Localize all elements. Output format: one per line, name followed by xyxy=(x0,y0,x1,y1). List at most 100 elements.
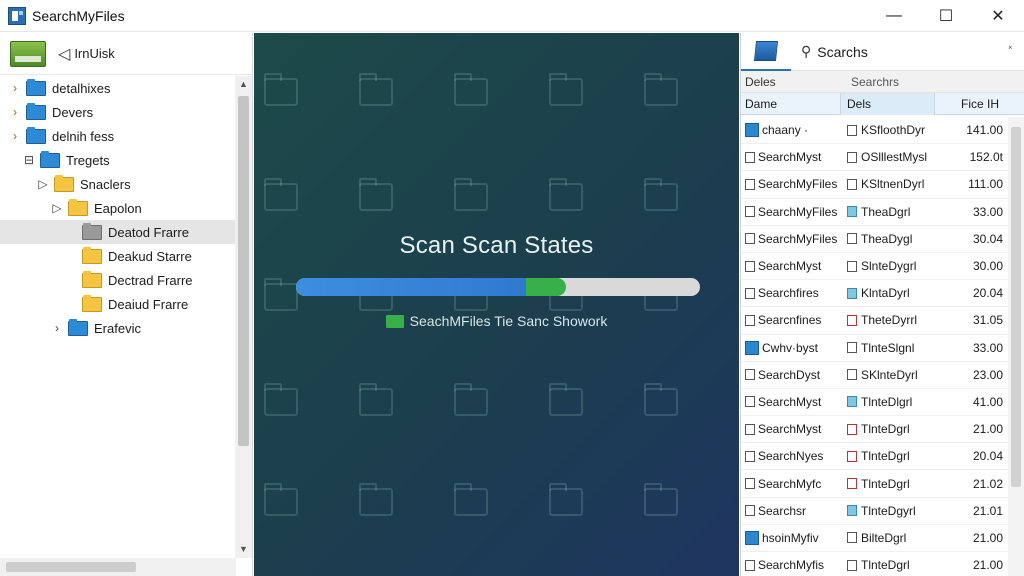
table-row[interactable]: SearchMyfc TlnteDgrl 21.02 xyxy=(741,470,1009,498)
column-dels[interactable]: Dels xyxy=(841,92,935,115)
table-row[interactable]: hsoinMyfiv BilteDgrl 21.00 xyxy=(741,525,1009,552)
results-scroll-thumb[interactable] xyxy=(1011,127,1021,487)
background-folder-icon xyxy=(359,73,393,106)
expand-chevron-icon[interactable]: ▷ xyxy=(36,177,50,191)
background-folder-icon xyxy=(549,483,583,516)
tab-searches[interactable]: ⚲ Scarchs xyxy=(801,43,868,60)
drive-header[interactable]: ◁ IrnUisk xyxy=(0,33,252,75)
maximize-button[interactable]: ☐ xyxy=(920,0,972,32)
expand-chevron-icon[interactable]: ⊟ xyxy=(22,153,36,167)
cell-name: SearchMyFiles xyxy=(741,205,841,219)
tree-item[interactable]: › detalhixes xyxy=(0,76,236,100)
table-row[interactable]: SearchMyFiles TheaDygl 30.04 xyxy=(741,226,1009,253)
expand-chevron-icon[interactable]: ▷ xyxy=(50,201,64,215)
tree-item-label: Tregets xyxy=(66,152,110,168)
tree-item[interactable]: Deaiud Frarre xyxy=(0,292,236,316)
table-row[interactable]: SearchDyst SKlnteDyrl 23.00 xyxy=(741,362,1009,389)
tab-view[interactable] xyxy=(741,33,791,71)
tree-item[interactable]: ▷ Snaclers xyxy=(0,172,236,196)
tree-item[interactable]: Dectrad Frarre xyxy=(0,268,236,292)
cell-dels: SlnteDygrl xyxy=(841,259,939,273)
document-icon xyxy=(847,342,857,354)
tree-item[interactable]: Deakud Starre xyxy=(0,244,236,268)
expand-chevron-icon[interactable]: › xyxy=(50,321,64,335)
close-button[interactable]: ✕ xyxy=(972,0,1024,32)
cell-size: 23.00 xyxy=(972,367,1003,382)
table-row[interactable]: chaany · KSfloothDyr 141.00 xyxy=(741,117,1009,145)
file-icon xyxy=(745,369,755,381)
tree-item-label: delnih fess xyxy=(52,128,115,144)
table-row[interactable]: SearchMyst OSlllestMysl 152.0t xyxy=(741,144,1009,172)
background-folder-icon xyxy=(264,73,298,106)
file-name: Searchfires xyxy=(758,286,819,301)
file-detail: TlnteSlgnl xyxy=(861,340,915,355)
cell-dels: SKlnteDyrl xyxy=(841,368,939,382)
file-icon xyxy=(745,423,755,435)
tree-item[interactable]: › Devers xyxy=(0,100,236,124)
cell-size: 33.00 xyxy=(972,340,1003,355)
tree-item[interactable]: Deatod Frarre xyxy=(0,220,236,244)
tree-item[interactable]: ⊟ Tregets xyxy=(0,148,236,172)
expand-chevron-icon[interactable]: › xyxy=(8,129,22,143)
column-size[interactable]: Fice IH xyxy=(935,93,1003,115)
tree-item[interactable]: ▷ Eapolon xyxy=(0,196,236,220)
file-icon xyxy=(745,530,759,545)
tree-item-label: detalhixes xyxy=(52,80,111,96)
cell-dels: TlnteDgrl xyxy=(841,477,939,491)
background-folder-icon xyxy=(264,178,298,211)
cell-dels: TlnteDlgrl xyxy=(841,395,939,409)
file-detail: SlnteDygrl xyxy=(861,259,917,274)
table-row[interactable]: SearchNyes TlnteDgrl 20.04 xyxy=(741,443,1009,471)
table-row[interactable]: Searchfires KlntaDyrl 20.04 xyxy=(741,280,1009,308)
folder-icon xyxy=(54,174,74,192)
cell-size: 33.00 xyxy=(972,204,1003,219)
results-scrollbar[interactable] xyxy=(1008,117,1024,576)
tree-item-label: Deaiud Frarre xyxy=(108,296,189,312)
table-row[interactable]: SearchMyFiles KSltnenDyrl 111.00 xyxy=(741,171,1009,199)
cell-size: 20.04 xyxy=(972,449,1003,464)
folder-icon xyxy=(82,222,102,240)
file-detail: KSltnenDyrl xyxy=(861,177,925,192)
table-row[interactable]: SearchMyst SlnteDygrl 30.00 xyxy=(741,253,1009,281)
document-icon xyxy=(847,423,857,435)
table-row[interactable]: SearchMyFiles TheaDgrl 33.00 xyxy=(741,199,1009,226)
file-detail: SKlnteDyrl xyxy=(861,367,918,382)
file-icon xyxy=(745,505,755,517)
table-row[interactable]: SearchMyst TlnteDgrl 21.00 xyxy=(741,416,1009,444)
file-name: SearchMyst xyxy=(758,259,822,274)
drive-icon xyxy=(10,40,46,67)
scroll-thumb[interactable] xyxy=(238,96,249,446)
back-arrow-icon[interactable]: ◁ xyxy=(58,44,70,64)
minimize-button[interactable]: — xyxy=(868,0,920,32)
table-row[interactable]: Cwhv·byst TlnteSlgnl 33.00 xyxy=(741,335,1009,362)
cell-dels: TlnteDgrl xyxy=(841,558,939,572)
expand-chevron-icon[interactable]: › xyxy=(8,81,22,95)
background-folder-icon xyxy=(264,483,298,516)
cell-size: 21.00 xyxy=(972,422,1003,437)
scroll-down-icon[interactable]: ▼ xyxy=(235,541,252,558)
hscroll-thumb[interactable] xyxy=(6,562,136,572)
table-row[interactable]: Searcnfines TheteDyrrl 31.05 xyxy=(741,307,1009,335)
file-name: hsoinMyfiv xyxy=(762,530,819,545)
background-folder-icon xyxy=(644,178,678,211)
tree-item-label: Dectrad Frarre xyxy=(108,272,193,288)
cell-name: hsoinMyfiv xyxy=(741,530,841,545)
tree-horizontal-scrollbar[interactable] xyxy=(0,558,236,576)
tab-close-icon[interactable]: ˟ xyxy=(1009,45,1012,56)
table-row[interactable]: SearchMyfis TlnteDgrl 21.00 xyxy=(741,552,1009,576)
tree-vertical-scrollbar[interactable]: ▲ ▼ xyxy=(235,76,252,558)
tree-item[interactable]: › Erafevic xyxy=(0,316,236,340)
expand-chevron-icon[interactable]: › xyxy=(8,105,22,119)
folder-tree: › detalhixes › Devers › delnih fess ⊟ Tregets ▷ S… xyxy=(0,76,236,558)
scroll-up-icon[interactable]: ▲ xyxy=(235,76,252,93)
file-icon xyxy=(745,233,755,245)
results-subheader: Deles Searchrs xyxy=(741,71,1024,93)
file-icon xyxy=(745,450,755,462)
column-name[interactable]: Dame xyxy=(741,92,841,115)
file-icon xyxy=(745,123,759,138)
cell-name: SearchMyst xyxy=(741,422,841,436)
tree-item[interactable]: › delnih fess xyxy=(0,124,236,148)
table-row[interactable]: Searchsr TlnteDgyrl 21.01 xyxy=(741,498,1009,525)
table-row[interactable]: SearchMyst TlnteDlgrl 41.00 xyxy=(741,389,1009,417)
document-icon xyxy=(847,206,857,218)
